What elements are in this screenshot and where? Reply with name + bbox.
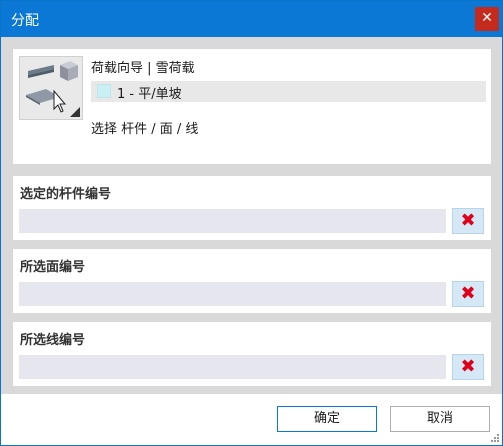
clear-members-button[interactable]: ✖: [452, 208, 484, 234]
surfaces-group: 所选面编号 ✖: [13, 249, 491, 313]
cancel-button[interactable]: 取消: [390, 406, 490, 432]
delete-icon: ✖: [460, 283, 476, 304]
wizard-label: 荷载向导 | 雪荷载: [91, 61, 195, 76]
load-wizard-thumbnail[interactable]: [19, 56, 83, 120]
clear-surfaces-button[interactable]: ✖: [452, 281, 484, 307]
selection-hint: 选择 杆件 / 面 / 线: [91, 122, 199, 137]
members-group: 选定的杆件编号 ✖: [13, 176, 491, 240]
load-case-label: 1 - 平/单坡: [117, 87, 182, 102]
window-title: 分配: [11, 13, 39, 29]
title-bar[interactable]: 分配 ✕: [1, 1, 502, 37]
load-info-panel: 荷载向导 | 雪荷载 1 - 平/单坡 选择 杆件 / 面 / 线: [13, 49, 491, 164]
dialog-footer: 确定 取消: [1, 394, 502, 445]
surfaces-group-title: 所选面编号: [20, 260, 86, 275]
close-icon: ✕: [481, 10, 493, 26]
clear-lines-button[interactable]: ✖: [452, 354, 484, 380]
lines-group-title: 所选线编号: [20, 333, 86, 348]
load-case-row: 1 - 平/单坡: [91, 81, 486, 102]
lines-group: 所选线编号 ✖: [13, 322, 491, 386]
ok-button[interactable]: 确定: [277, 406, 377, 432]
lines-input[interactable]: [19, 355, 446, 379]
delete-icon: ✖: [460, 356, 476, 377]
delete-icon: ✖: [460, 210, 476, 231]
surfaces-input[interactable]: [19, 282, 446, 306]
resize-grip-icon[interactable]: [490, 433, 500, 443]
assign-dialog: 分配 ✕ 荷载向导 | 雪荷载 1 - 平/单坡 选择 杆件 / 面 / 线 选…: [0, 0, 503, 446]
load-color-swatch: [97, 84, 111, 98]
members-input[interactable]: [19, 209, 446, 233]
dropdown-corner-icon: [70, 107, 80, 117]
dialog-body: 荷载向导 | 雪荷载 1 - 平/单坡 选择 杆件 / 面 / 线 选定的杆件编…: [1, 37, 502, 394]
close-button[interactable]: ✕: [475, 7, 499, 31]
members-group-title: 选定的杆件编号: [20, 187, 112, 202]
